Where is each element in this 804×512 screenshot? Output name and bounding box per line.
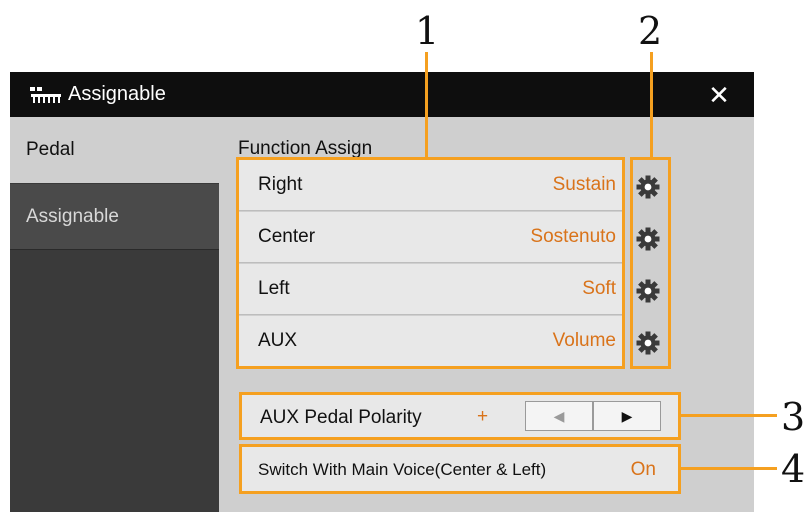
callout-line-4	[681, 467, 777, 470]
tab-pedal[interactable]: Pedal	[10, 117, 219, 183]
window-title: Assignable	[68, 83, 166, 105]
callout-2: 2	[638, 9, 663, 53]
sidebar: Pedal Assignable	[10, 117, 219, 512]
callout-1: 1	[415, 9, 440, 53]
close-icon: ✕	[708, 80, 730, 110]
callout-frame-4	[239, 444, 681, 494]
callout-4: 4	[781, 447, 804, 491]
callout-frame-3	[239, 392, 681, 440]
tab-assignable-label: Assignable	[26, 206, 119, 227]
title-bar: Assignable ✕	[10, 72, 754, 117]
close-button[interactable]: ✕	[702, 78, 736, 112]
tab-pedal-label: Pedal	[26, 139, 75, 160]
callout-line-1	[425, 52, 428, 158]
callout-line-3	[681, 414, 777, 417]
callout-frame-1	[236, 157, 625, 369]
pedal-keyboard-icon	[30, 87, 61, 103]
callout-line-2	[650, 52, 653, 158]
callout-3: 3	[781, 395, 804, 439]
tab-assignable[interactable]: Assignable	[10, 184, 219, 250]
callout-frame-2	[630, 157, 671, 369]
